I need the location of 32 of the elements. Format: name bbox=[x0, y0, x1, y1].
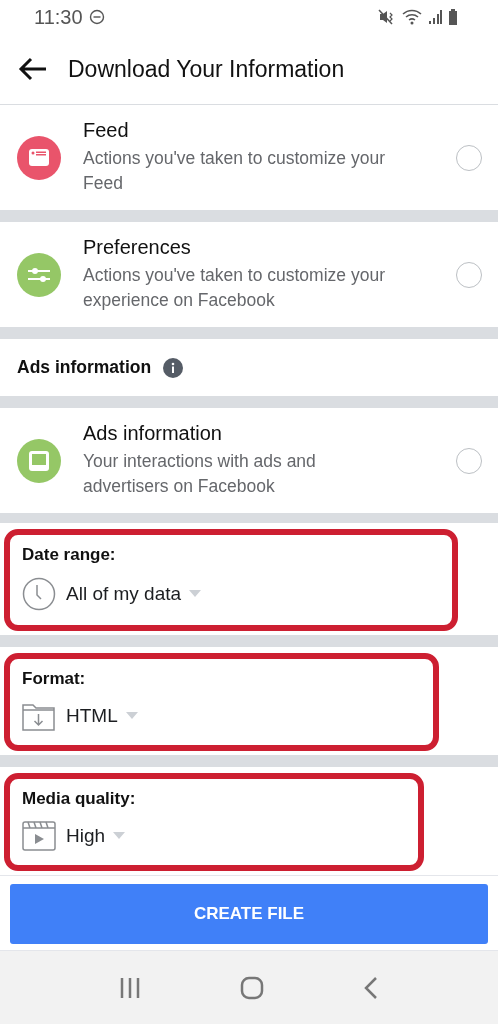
dropdown[interactable]: High bbox=[66, 825, 126, 847]
category-title: Preferences bbox=[83, 236, 192, 259]
dropdown[interactable]: HTML bbox=[66, 705, 138, 727]
category-title: Feed bbox=[83, 119, 130, 142]
wifi-icon bbox=[402, 9, 422, 25]
category-title: Ads information bbox=[83, 422, 223, 445]
recent-apps-icon[interactable] bbox=[119, 976, 142, 999]
info-icon[interactable] bbox=[163, 357, 184, 378]
battery-icon bbox=[448, 9, 458, 25]
page-title: Download Your Information bbox=[68, 55, 345, 83]
do-not-disturb-icon bbox=[88, 9, 105, 25]
dropdown[interactable]: All of my data bbox=[66, 583, 202, 605]
mute-icon bbox=[378, 9, 396, 25]
category-description: Actions you've taken to customize your Feed bbox=[83, 147, 386, 195]
home-icon[interactable] bbox=[240, 975, 264, 1000]
back-arrow-icon[interactable] bbox=[18, 57, 48, 81]
signal-icon bbox=[428, 9, 442, 25]
setting-label: Format: bbox=[22, 669, 87, 689]
section-title: Ads information bbox=[17, 357, 152, 378]
caret-icon bbox=[113, 832, 126, 840]
folder-download-icon bbox=[22, 701, 56, 731]
caret-icon bbox=[189, 590, 202, 598]
setting-label: Media quality: bbox=[22, 789, 137, 809]
status-time: 11:30 bbox=[34, 5, 83, 29]
clock-icon bbox=[22, 577, 56, 611]
back-icon[interactable] bbox=[362, 975, 379, 1000]
create-file-button[interactable]: CREATE FILE bbox=[10, 884, 488, 944]
caret-icon bbox=[125, 712, 138, 720]
category-description: Your interactions with ads and advertisers on Facebook bbox=[83, 450, 317, 498]
video-icon bbox=[22, 821, 56, 851]
category-description: Actions you've taken to customize your experience on Facebook bbox=[83, 264, 386, 312]
setting-label: Date range: bbox=[22, 545, 117, 565]
